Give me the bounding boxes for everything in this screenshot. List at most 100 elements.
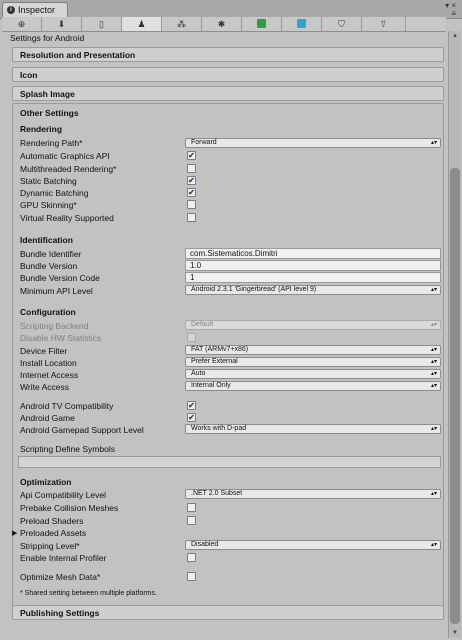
section-publishing[interactable]: Publishing Settings	[12, 605, 444, 620]
rendering-path-label: Rendering Path*	[20, 138, 83, 148]
scroll-thumb[interactable]	[450, 168, 460, 624]
bundle-version-code-field[interactable]: 1	[185, 272, 441, 283]
define-symbols-field[interactable]	[18, 456, 441, 468]
scripting-backend-label: Scripting Backend	[20, 321, 89, 331]
android-icon[interactable]: ♟	[122, 17, 162, 31]
disable-hw-stats-checkbox	[187, 333, 196, 342]
install-location-dropdown[interactable]: Prefer External ▴▾	[185, 357, 441, 367]
foldout-arrow-icon[interactable]: ▶	[12, 529, 17, 537]
device-filter-dropdown[interactable]: FAT (ARMv7+x86) ▴▾	[185, 345, 441, 355]
scripting-backend-dropdown: Default ▴▾	[185, 320, 441, 330]
tizen-icon[interactable]: ⍢	[362, 17, 406, 31]
bundle-version-label: Bundle Version	[20, 261, 78, 271]
configuration-header: Configuration	[20, 307, 76, 317]
windows-store-icon[interactable]	[282, 17, 322, 31]
optimize-mesh-checkbox[interactable]	[187, 572, 196, 581]
scroll-up-icon[interactable]: ▲	[450, 31, 460, 41]
write-access-dropdown[interactable]: Internal Only ▴▾	[185, 381, 441, 391]
dropdown-value: Internal Only	[191, 382, 231, 389]
min-api-label: Minimum API Level	[20, 286, 93, 296]
section-resolution[interactable]: Resolution and Presentation	[12, 47, 444, 62]
auto-graphics-checkbox[interactable]: ✔	[187, 151, 196, 160]
dropdown-arrows-icon: ▴▾	[430, 347, 437, 353]
static-batching-checkbox[interactable]: ✔	[187, 176, 196, 185]
dropdown-arrows-icon: ▴▾	[430, 383, 437, 389]
device-filter-label: Device Filter	[20, 346, 68, 356]
disable-hw-stats-label: Disable HW Statistics	[20, 333, 102, 343]
min-api-dropdown[interactable]: Android 2.3.1 'Gingerbread' (API level 9…	[185, 285, 441, 295]
inspector-window: i Inspector ▾ × ≡ ⊕ ⬇ ▯ ♟ ⁂ ✱ ⛉ ⍢ Setting…	[0, 0, 462, 640]
dropdown-value: Works with D-pad	[191, 425, 247, 432]
dropdown-value: Default	[191, 321, 214, 328]
section-label: Resolution and Presentation	[20, 50, 136, 60]
tab-label: Inspector	[18, 5, 56, 15]
preload-shaders-checkbox[interactable]	[187, 516, 196, 525]
gpu-skinning-label: GPU Skinning*	[20, 200, 77, 210]
gamepad-support-dropdown[interactable]: Works with D-pad ▴▾	[185, 424, 441, 434]
dropdown-value: Android 2.3.1 'Gingerbread' (API level 9…	[191, 286, 317, 293]
dropdown-value: Prefer External	[191, 358, 238, 365]
dropdown-arrows-icon: ▴▾	[430, 491, 437, 497]
puzzle-icon[interactable]: ✱	[202, 17, 242, 31]
dropdown-arrows-icon: ▴▾	[430, 542, 437, 548]
prebake-collision-checkbox[interactable]	[187, 503, 196, 512]
section-label: Splash Image	[20, 89, 75, 99]
api-compat-label: Api Compatibility Level	[20, 490, 106, 500]
gpu-skinning-checkbox[interactable]	[187, 200, 196, 209]
stripping-level-dropdown[interactable]: Disabled ▴▾	[185, 540, 441, 550]
identification-header: Identification	[20, 235, 73, 245]
rendering-path-dropdown[interactable]: Forward ▴▾	[185, 138, 441, 148]
download-icon[interactable]: ⬇	[42, 17, 82, 31]
bundle-identifier-label: Bundle Identifier	[20, 249, 82, 259]
optimization-header: Optimization	[20, 477, 72, 487]
dropdown-value: FAT (ARMv7+x86)	[191, 346, 249, 353]
section-label: Icon	[20, 70, 38, 80]
bundle-version-field[interactable]: 1.0	[185, 260, 441, 271]
optimize-mesh-label: Optimize Mesh Data*	[20, 572, 101, 582]
internet-access-dropdown[interactable]: Auto ▴▾	[185, 369, 441, 379]
platform-toolbar: ⊕ ⬇ ▯ ♟ ⁂ ✱ ⛉ ⍢	[2, 17, 446, 32]
dropdown-arrows-icon: ▴▾	[430, 359, 437, 365]
dynamic-batching-checkbox[interactable]: ✔	[187, 188, 196, 197]
internal-profiler-label: Enable Internal Profiler	[20, 553, 107, 563]
dropdown-arrows-icon: ▴▾	[430, 371, 437, 377]
bundle-version-code-label: Bundle Version Code	[20, 273, 100, 283]
dropdown-arrows-icon: ▴▾	[430, 140, 437, 146]
multithreaded-checkbox[interactable]	[187, 164, 196, 173]
auto-graphics-label: Automatic Graphics API	[20, 151, 110, 161]
vr-supported-label: Virtual Reality Supported	[20, 213, 114, 223]
scroll-down-icon[interactable]: ▼	[450, 628, 460, 638]
dropdown-value: .NET 2.0 Subset	[191, 490, 243, 497]
window-menu-icon[interactable]: ▾ × ≡	[445, 2, 456, 18]
android-game-checkbox[interactable]: ✔	[187, 413, 196, 422]
shared-setting-footnote: * Shared setting between multiple platfo…	[20, 590, 157, 597]
vr-supported-checkbox[interactable]	[187, 213, 196, 222]
gamepad-support-label: Android Gamepad Support Level	[20, 425, 144, 435]
inspector-content: Settings for Android Resolution and Pres…	[2, 31, 446, 638]
tab-inspector[interactable]: i Inspector	[2, 2, 68, 18]
section-splash[interactable]: Splash Image	[12, 86, 444, 101]
html5-icon[interactable]: ⛉	[322, 17, 362, 31]
api-compat-dropdown[interactable]: .NET 2.0 Subset ▴▾	[185, 489, 441, 499]
blackberry-icon[interactable]: ⁂	[162, 17, 202, 31]
web-globe-icon[interactable]: ⊕	[2, 17, 42, 31]
section-other[interactable]: Other Settings	[20, 108, 79, 118]
multithreaded-label: Multithreaded Rendering*	[20, 164, 117, 174]
preloaded-assets-label[interactable]: Preloaded Assets	[20, 528, 86, 538]
bundle-identifier-field[interactable]: com.Sistematicos.Dimitri	[185, 248, 441, 259]
dropdown-value: Auto	[191, 370, 206, 377]
define-symbols-label: Scripting Define Symbols	[20, 444, 115, 454]
dropdown-value: Disabled	[191, 541, 219, 548]
section-icon[interactable]: Icon	[12, 67, 444, 82]
xbox-green-icon[interactable]	[242, 17, 282, 31]
install-location-label: Install Location	[20, 358, 77, 368]
dropdown-value: Forward	[191, 139, 217, 146]
internet-access-label: Internet Access	[20, 370, 79, 380]
section-label: Publishing Settings	[20, 608, 100, 618]
internal-profiler-checkbox[interactable]	[187, 553, 196, 562]
prebake-collision-label: Prebake Collision Meshes	[20, 503, 119, 513]
vertical-scrollbar[interactable]: ▲ ▼	[448, 31, 461, 638]
dropdown-arrows-icon: ▴▾	[430, 322, 437, 328]
mobile-device-icon[interactable]: ▯	[82, 17, 122, 31]
android-tv-checkbox[interactable]: ✔	[187, 401, 196, 410]
